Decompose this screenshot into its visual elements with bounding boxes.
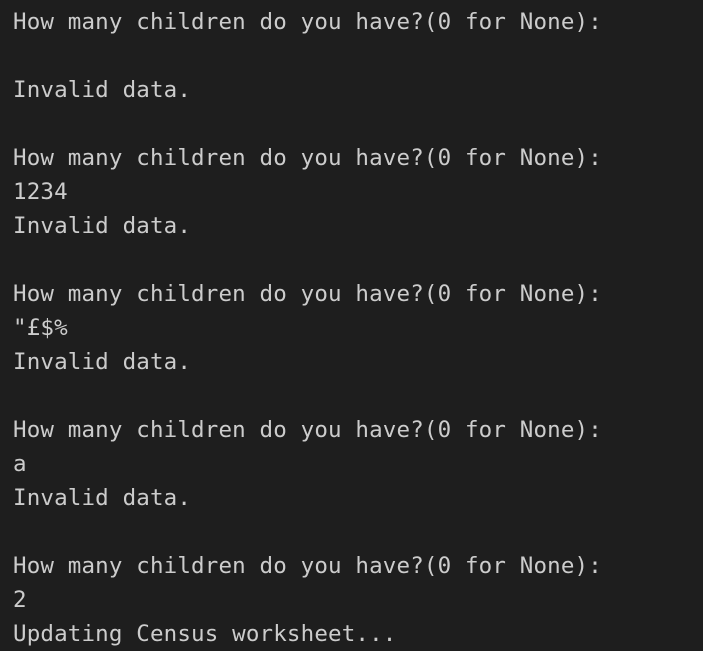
- input-line: a: [13, 451, 27, 477]
- prompt-line: How many children do you have?(0 for Non…: [13, 281, 602, 307]
- status-line: Updating Census worksheet...: [13, 621, 397, 647]
- prompt-line: How many children do you have?(0 for Non…: [13, 9, 602, 35]
- prompt-line: How many children do you have?(0 for Non…: [13, 417, 602, 443]
- input-line-empty: [13, 39, 703, 73]
- error-line: Invalid data.: [13, 213, 192, 239]
- error-line: Invalid data.: [13, 349, 192, 375]
- input-line: 2: [13, 587, 27, 613]
- prompt-line: How many children do you have?(0 for Non…: [13, 145, 602, 171]
- error-line: Invalid data.: [13, 485, 192, 511]
- prompt-line: How many children do you have?(0 for Non…: [13, 553, 602, 579]
- input-line: "£$%: [13, 315, 68, 341]
- terminal-output[interactable]: How many children do you have?(0 for Non…: [0, 0, 703, 651]
- input-line: 1234: [13, 179, 68, 205]
- error-line: Invalid data.: [13, 77, 192, 103]
